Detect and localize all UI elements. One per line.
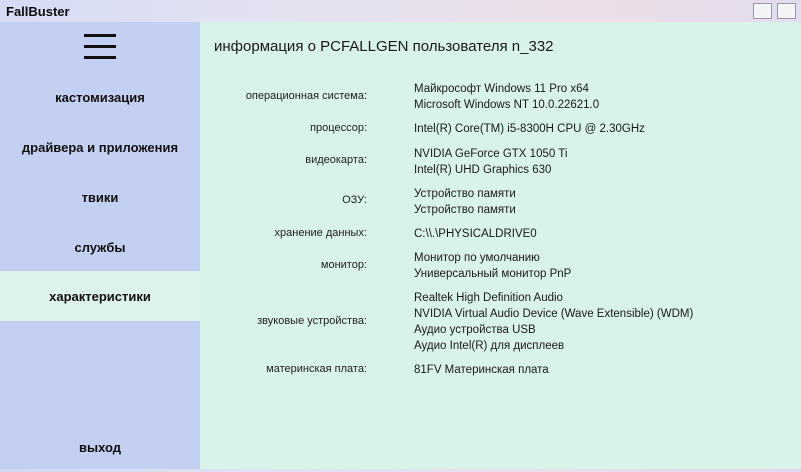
ram-label: ОЗУ: bbox=[342, 194, 367, 206]
motherboard-label: материнская плата: bbox=[266, 363, 367, 375]
os-label: операционная система: bbox=[245, 90, 367, 102]
os-value-line: Microsoft Windows NT 10.0.22621.0 bbox=[414, 99, 600, 111]
gpu-value-line: NVIDIA GeForce GTX 1050 Ti bbox=[414, 148, 568, 160]
os-value: Майкрософт Windows 11 Pro x64 Microsoft … bbox=[414, 81, 599, 113]
storage-label: хранение данных: bbox=[274, 227, 367, 239]
maximize-button[interactable] bbox=[777, 3, 796, 19]
motherboard-value-line: 81FV Материнская плата bbox=[414, 364, 549, 376]
sidebar-item-specs[interactable]: характеристики bbox=[0, 271, 200, 321]
minimize-button[interactable] bbox=[753, 3, 772, 19]
specs-panel: информация о PCFALLGEN пользователя n_33… bbox=[200, 22, 801, 469]
storage-value-line: C:\\.\PHYSICALDRIVE0 bbox=[414, 228, 537, 240]
gpu-label: видеокарта: bbox=[305, 154, 367, 166]
cpu-value: Intel(R) Core(TM) i5-8300H CPU @ 2.30GHz bbox=[414, 121, 645, 137]
cpu-label: процессор: bbox=[310, 122, 367, 134]
sidebar-item-label: кастомизация bbox=[55, 89, 145, 105]
sidebar-item-label: драйвера и приложения bbox=[21, 139, 179, 155]
ram-value-line: Устройство памяти bbox=[414, 204, 516, 216]
menu-icon[interactable] bbox=[84, 34, 116, 59]
motherboard-value: 81FV Материнская плата bbox=[414, 362, 549, 378]
audio-value: Realtek High Definition Audio NVIDIA Vir… bbox=[414, 290, 693, 354]
gpu-value: NVIDIA GeForce GTX 1050 Ti Intel(R) UHD … bbox=[414, 146, 567, 178]
exit-button[interactable]: выход bbox=[0, 422, 200, 472]
cpu-value-line: Intel(R) Core(TM) i5-8300H CPU @ 2.30GHz bbox=[414, 123, 645, 135]
sidebar-item-drivers-apps[interactable]: драйвера и приложения bbox=[0, 122, 200, 172]
exit-label: выход bbox=[78, 439, 122, 455]
audio-value-line: NVIDIA Virtual Audio Device (Wave Extens… bbox=[414, 308, 694, 320]
audio-value-line: Realtek High Definition Audio bbox=[414, 292, 563, 304]
monitor-value-line: Универсальный монитор PnP bbox=[414, 268, 572, 280]
sidebar-item-label: твики bbox=[81, 189, 119, 205]
monitor-value-line: Монитор по умолчанию bbox=[414, 252, 540, 264]
audio-value-line: Аудио Intel(R) для дисплеев bbox=[414, 340, 565, 352]
monitor-value: Монитор по умолчанию Универсальный монит… bbox=[414, 250, 571, 282]
app-title: FallBuster bbox=[6, 4, 70, 19]
audio-value-line: Аудио устройства USB bbox=[414, 324, 536, 336]
sidebar-item-customization[interactable]: кастомизация bbox=[0, 72, 200, 122]
ram-value: Устройство памяти Устройство памяти bbox=[414, 186, 516, 218]
audio-label: звуковые устройства: bbox=[257, 315, 367, 327]
storage-value: C:\\.\PHYSICALDRIVE0 bbox=[414, 226, 537, 242]
ram-value-line: Устройство памяти bbox=[414, 188, 516, 200]
title-bar: FallBuster bbox=[0, 0, 801, 22]
os-value-line: Майкрософт Windows 11 Pro x64 bbox=[414, 83, 589, 95]
sidebar-item-services[interactable]: службы bbox=[0, 222, 200, 272]
sidebar-item-label: характеристики bbox=[49, 288, 151, 304]
sidebar-item-label: службы bbox=[74, 239, 126, 255]
sidebar: кастомизация драйвера и приложения твики… bbox=[0, 22, 200, 469]
sidebar-item-tweaks[interactable]: твики bbox=[0, 172, 200, 222]
monitor-label: монитор: bbox=[320, 259, 367, 271]
gpu-value-line: Intel(R) UHD Graphics 630 bbox=[414, 164, 552, 176]
page-title: информация о PCFALLGEN пользователя n_33… bbox=[214, 38, 554, 55]
